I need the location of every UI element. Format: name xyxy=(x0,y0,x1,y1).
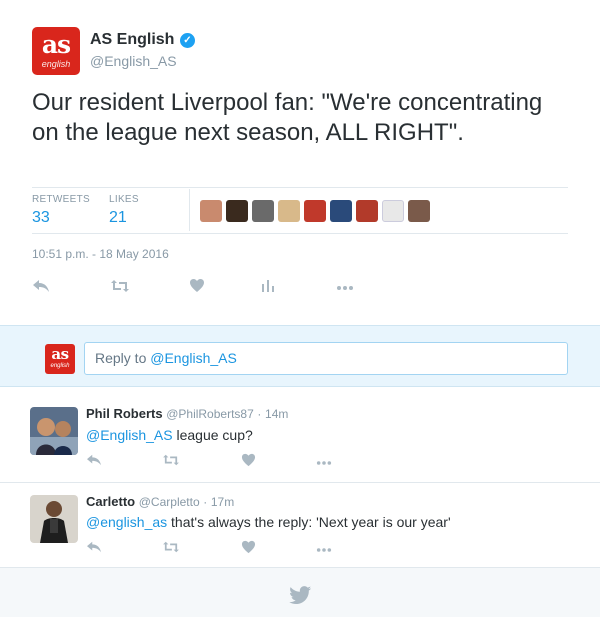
reply-arrow-icon[interactable] xyxy=(32,278,50,299)
heart-icon[interactable] xyxy=(241,540,256,559)
main-tweet: as english AS English ✓ @English_AS Our … xyxy=(0,0,600,325)
reply-author-handle[interactable]: @PhilRoberts87 xyxy=(166,407,254,421)
liker-avatar[interactable] xyxy=(278,200,300,222)
tweet-actions xyxy=(32,278,362,298)
retweet-icon[interactable] xyxy=(162,540,180,559)
tweet-text: Our resident Liverpool fan: "We're conce… xyxy=(32,89,543,146)
retweet-icon[interactable] xyxy=(162,453,180,472)
reply-item[interactable]: Phil Roberts @PhilRoberts87 · 14m @Engli… xyxy=(0,387,600,483)
likes-stat[interactable]: LIKES 21 xyxy=(109,194,139,227)
retweets-stat[interactable]: RETWEETS 33 xyxy=(32,194,90,227)
reply-header: Phil Roberts @PhilRoberts87 · 14m xyxy=(86,406,288,421)
reply-composer: as english Reply to @English_AS xyxy=(0,325,600,387)
reply-author-name[interactable]: Carletto xyxy=(86,494,135,509)
author-avatar[interactable]: as english xyxy=(32,27,80,75)
retweet-icon[interactable] xyxy=(110,278,130,299)
reply-time[interactable]: 17m xyxy=(211,495,234,509)
stats-bottom-divider xyxy=(32,233,568,234)
reply-placeholder-prefix: Reply to xyxy=(95,350,151,366)
more-dots-icon[interactable] xyxy=(336,278,354,296)
liker-avatar[interactable] xyxy=(226,200,248,222)
retweets-count: 33 xyxy=(32,209,50,226)
reply-arrow-icon[interactable] xyxy=(86,453,102,472)
liker-avatar[interactable] xyxy=(304,200,326,222)
reply-arrow-icon[interactable] xyxy=(86,540,102,559)
reply-body: that's always the reply: 'Next year is o… xyxy=(167,514,451,530)
reply-input[interactable]: Reply to @English_AS xyxy=(84,342,568,375)
author-handle[interactable]: @English_AS xyxy=(90,53,177,69)
reply-text: @english_as that's always the reply: 'Ne… xyxy=(86,514,451,530)
reply-author-handle[interactable]: @Carpletto xyxy=(139,495,200,509)
current-user-avatar: as english xyxy=(45,344,75,374)
verified-badge-icon: ✓ xyxy=(180,33,195,48)
meta-separator: · xyxy=(257,407,262,421)
avatar-logo-text: as xyxy=(41,30,71,59)
more-dots-icon[interactable] xyxy=(316,540,332,558)
more-dots-icon[interactable] xyxy=(316,453,332,471)
liker-avatar[interactable] xyxy=(382,200,404,222)
reply-mention[interactable]: @english_as xyxy=(86,514,167,530)
reply-avatar[interactable] xyxy=(30,407,78,455)
liker-avatar[interactable] xyxy=(252,200,274,222)
reply-avatar[interactable] xyxy=(30,495,78,543)
likes-label: LIKES xyxy=(109,194,139,205)
liker-avatar[interactable] xyxy=(356,200,378,222)
reply-body: league cup? xyxy=(172,427,253,443)
heart-icon[interactable] xyxy=(241,453,256,472)
liker-avatar[interactable] xyxy=(408,200,430,222)
likes-count: 21 xyxy=(109,209,127,226)
reply-header: Carletto @Carpletto · 17m xyxy=(86,494,234,509)
avatar-logo-text: as xyxy=(51,345,69,363)
timeline-footer xyxy=(0,568,600,617)
liker-avatar[interactable] xyxy=(330,200,352,222)
stats-separator xyxy=(189,189,190,231)
reply-author-name[interactable]: Phil Roberts xyxy=(86,406,163,421)
analytics-icon[interactable] xyxy=(261,278,275,297)
heart-icon[interactable] xyxy=(189,278,205,298)
meta-separator: · xyxy=(203,495,208,509)
avatar-logo-sub: english xyxy=(41,59,71,69)
stats-top-divider xyxy=(32,187,568,188)
reply-item[interactable]: Carletto @Carpletto · 17m @english_as th… xyxy=(0,483,600,568)
tweet-timestamp[interactable]: 10:51 p.m. - 18 May 2016 xyxy=(32,247,169,261)
reply-placeholder-mention: @English_AS xyxy=(150,350,237,366)
reply-actions xyxy=(86,540,346,558)
reply-text: @English_AS league cup? xyxy=(86,427,253,443)
liker-avatar[interactable] xyxy=(200,200,222,222)
retweets-label: RETWEETS xyxy=(32,194,90,205)
reply-time[interactable]: 14m xyxy=(265,407,288,421)
reply-mention[interactable]: @English_AS xyxy=(86,427,173,443)
reply-actions xyxy=(86,453,346,471)
twitter-bird-icon xyxy=(289,586,312,609)
avatar-logo-sub: english xyxy=(50,363,70,369)
author-name[interactable]: AS English xyxy=(90,31,174,49)
